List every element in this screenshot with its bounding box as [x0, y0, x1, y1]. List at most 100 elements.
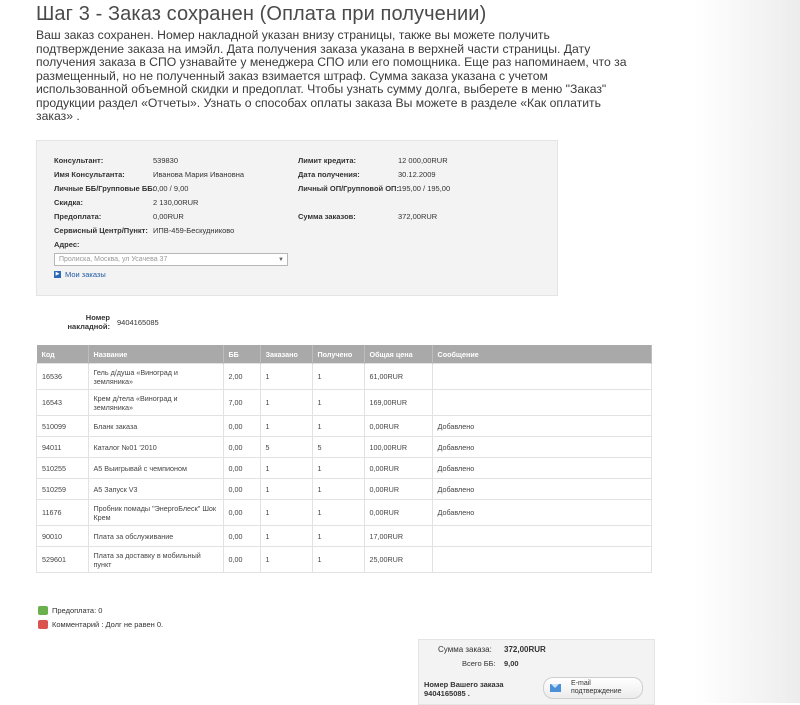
service-center-label: Сервисный Центр/Пункт:	[54, 226, 148, 235]
prepay-legend-text: Предоплата: 0	[52, 606, 103, 615]
cell-ordered: 1	[259, 546, 313, 573]
table-row: 510259 А5 Запуск V3 0,00 1 1 0,00RUR Доб…	[36, 478, 652, 500]
cell-price: 0,00RUR	[363, 499, 433, 526]
cell-code: 529601	[36, 546, 89, 573]
cell-ordered: 1	[259, 499, 313, 526]
page-title: Шаг 3 - Заказ сохранен (Оплата при получ…	[36, 3, 487, 25]
cell-name: Бланк заказа	[87, 415, 224, 437]
col-code-header: Код	[36, 345, 89, 364]
cell-name: Гель д/душа «Виноград и земляника»	[87, 363, 224, 390]
cell-price: 0,00RUR	[363, 478, 433, 500]
receive-date-value: 30.12.2009	[398, 170, 436, 179]
table-row: 16543 Крем д/тела «Виноград и земляника»…	[36, 389, 652, 416]
discount-label: Скидка:	[54, 198, 83, 207]
cell-ordered: 1	[259, 457, 313, 479]
cell-price: 100,00RUR	[363, 436, 433, 458]
table-row: 510255 А5 Выигрывай с чемпионом 0,00 1 1…	[36, 457, 652, 479]
cell-bb: 0,00	[222, 478, 261, 500]
cell-price: 61,00RUR	[363, 363, 433, 390]
speech-bubble-red-icon	[38, 620, 48, 629]
cell-message: Добавлено	[431, 499, 652, 526]
comment-legend: Комментарий : Долг не равен 0.	[38, 620, 163, 629]
order-number-label: Номер Вашего заказа	[424, 680, 504, 689]
cell-name: А5 Запуск V3	[87, 478, 224, 500]
cell-name: Крем д/тела «Виноград и земляника»	[87, 389, 224, 416]
cell-received: 1	[311, 389, 365, 416]
prepay-legend: Предоплата: 0	[38, 606, 102, 615]
cell-received: 1	[311, 415, 365, 437]
chevron-down-icon: ▼	[278, 257, 284, 263]
col-bb-header: ББ	[223, 345, 261, 364]
cell-message	[431, 546, 652, 573]
op-value: 195,00 / 195,00	[398, 184, 451, 193]
arrow-right-icon: ▶	[54, 271, 61, 278]
address-select-value: Пролиска, Москва, ул Усачева 37	[59, 256, 168, 263]
cell-name: Плата за доставку в мобильный пункт	[87, 546, 224, 573]
email-confirmation-button[interactable]: E-mail подтверждение	[543, 677, 643, 699]
cell-price: 0,00RUR	[363, 415, 433, 437]
col-ordered-header: Заказано	[260, 345, 313, 364]
cell-bb: 0,00	[222, 546, 261, 573]
cell-message	[431, 525, 652, 547]
email-confirmation-label: E-mail подтверждение	[571, 680, 622, 695]
cell-message	[431, 389, 652, 416]
my-orders-link[interactable]: ▶ Мои заказы	[54, 270, 106, 279]
discount-value: 2 130,00RUR	[153, 198, 199, 207]
comment-legend-text: Комментарий : Долг не равен 0.	[52, 620, 164, 629]
consultant-name-label: Имя Консультанта:	[54, 170, 125, 179]
cell-received: 5	[311, 436, 365, 458]
cell-bb: 2,00	[222, 363, 261, 390]
credit-limit-label: Лимит кредита:	[298, 156, 357, 165]
table-row: 11676 Пробник помады "ЭнергоБлеск" Шок К…	[36, 499, 652, 526]
cell-message: Добавлено	[431, 415, 652, 437]
order-total-value: 372,00RUR	[504, 645, 546, 654]
table-row: 510099 Бланк заказа 0,00 1 1 0,00RUR Доб…	[36, 415, 652, 437]
cell-message: Добавлено	[431, 457, 652, 479]
invoice-number-value: 9404165085	[117, 318, 159, 327]
cell-ordered: 1	[259, 363, 313, 390]
table-header-row: Код Название ББ Заказано Получено Общая …	[36, 345, 652, 364]
service-center-value: ИПВ-459-Бескудниково	[153, 226, 235, 235]
cell-received: 1	[311, 525, 365, 547]
cell-message	[431, 363, 652, 390]
cell-price: 0,00RUR	[363, 457, 433, 479]
credit-limit-value: 12 000,00RUR	[398, 156, 448, 165]
cell-code: 16543	[36, 389, 89, 416]
cell-price: 169,00RUR	[363, 389, 433, 416]
cell-name: Пробник помады "ЭнергоБлеск" Шок Крем	[87, 499, 224, 526]
cell-received: 1	[311, 478, 365, 500]
cell-code: 510255	[36, 457, 89, 479]
right-sidebar-background	[695, 0, 800, 703]
cell-name: Каталог №01 '2010	[87, 436, 224, 458]
order-total-label: Сумма заказа:	[438, 645, 492, 654]
orders-sum-value: 372,00RUR	[398, 212, 438, 221]
bb-value: 0,00 / 9,00	[153, 184, 189, 193]
my-orders-label: Мои заказы	[65, 270, 106, 279]
cell-code: 90010	[36, 525, 89, 547]
receive-date-label: Дата получения:	[298, 170, 360, 179]
cell-message: Добавлено	[431, 436, 652, 458]
cell-price: 25,00RUR	[363, 546, 433, 573]
prepay-label: Предоплата:	[54, 212, 102, 221]
invoice-number-label: Номер накладной:	[67, 313, 110, 331]
op-label: Личный ОП/Групповой ОП:	[298, 184, 399, 193]
table-row: 94011 Каталог №01 '2010 0,00 5 5 100,00R…	[36, 436, 652, 458]
table-row: 529601 Плата за доставку в мобильный пун…	[36, 546, 652, 573]
cell-ordered: 5	[259, 436, 313, 458]
cell-ordered: 1	[259, 389, 313, 416]
cell-code: 94011	[36, 436, 89, 458]
bb-label: Личные ББ/Групповые ББ:	[54, 184, 156, 193]
consultant-value: 539830	[153, 156, 179, 165]
cell-received: 1	[311, 457, 365, 479]
address-select[interactable]: Пролиска, Москва, ул Усачева 37 ▼	[54, 253, 288, 266]
cell-received: 1	[311, 499, 365, 526]
cell-bb: 0,00	[222, 499, 261, 526]
cell-name: А5 Выигрывай с чемпионом	[87, 457, 224, 479]
order-items-table: Код Название ББ Заказано Получено Общая …	[36, 345, 652, 573]
cell-ordered: 1	[259, 525, 313, 547]
cell-message: Добавлено	[431, 478, 652, 500]
col-price-header: Общая цена	[364, 345, 433, 364]
orders-sum-label: Сумма заказов:	[298, 212, 356, 221]
cell-ordered: 1	[259, 478, 313, 500]
cell-received: 1	[311, 363, 365, 390]
